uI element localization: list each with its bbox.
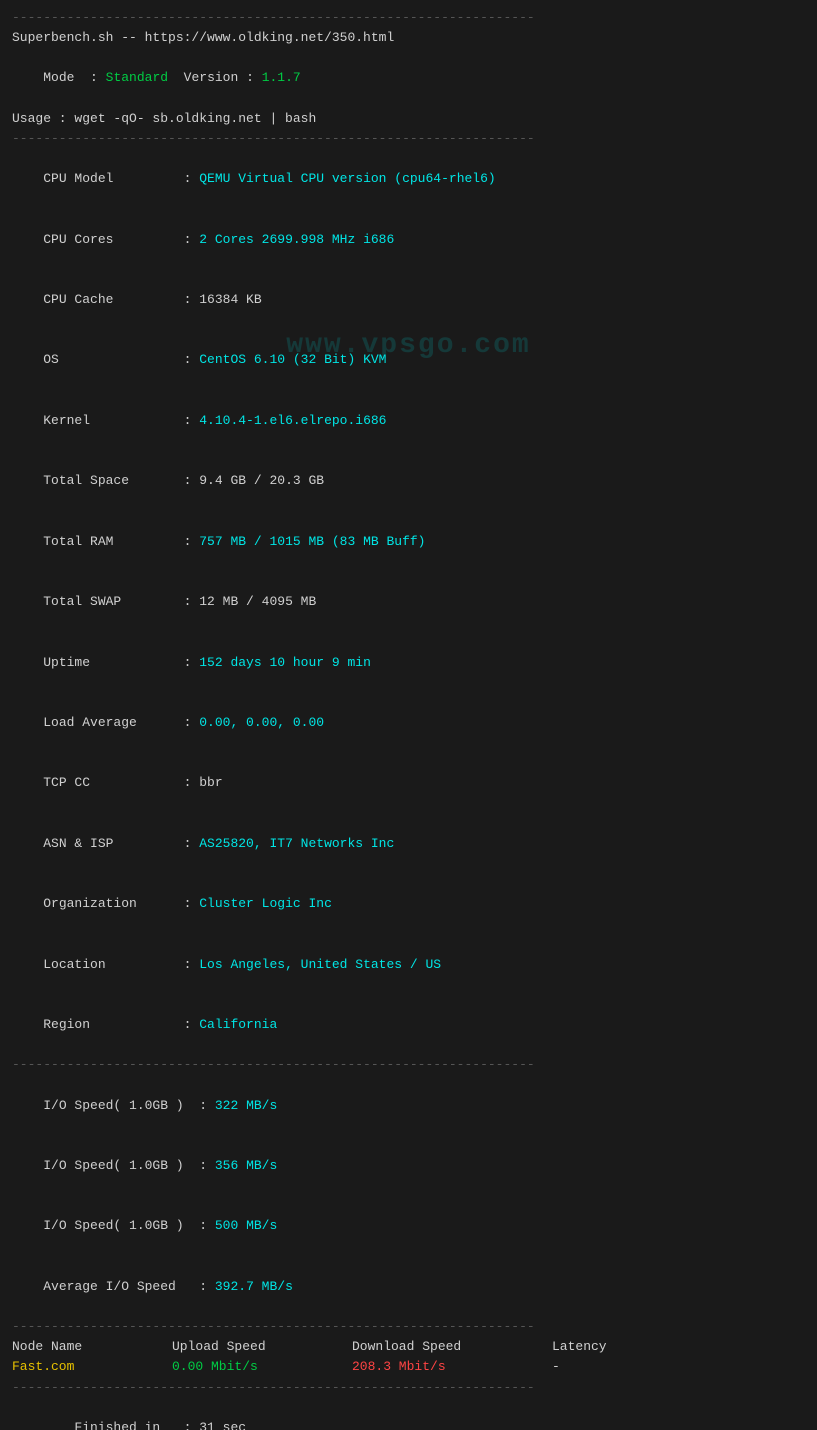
- divider-3: ----------------------------------------…: [12, 1317, 805, 1337]
- region-line: Region : California: [12, 995, 805, 1055]
- uptime-value: 152 days 10 hour 9 min: [199, 655, 371, 670]
- header-line1: Superbench.sh -- https://www.oldking.net…: [12, 28, 805, 48]
- finished-line: Finished in : 31 sec: [12, 1398, 625, 1430]
- cpu-model-label: CPU Model :: [43, 171, 199, 186]
- total-space-label: Total Space :: [43, 473, 199, 488]
- divider-1: ----------------------------------------…: [12, 129, 805, 149]
- network-col1-header: Node Name: [12, 1337, 172, 1357]
- divider-top: ----------------------------------------…: [12, 8, 805, 28]
- os-value: CentOS 6.10 (32 Bit) KVM: [199, 352, 386, 367]
- version-value: 1.1.7: [262, 70, 301, 85]
- io-avg-line: Average I/O Speed : 392.7 MB/s: [12, 1257, 805, 1317]
- org-line: Organization : Cluster Logic Inc: [12, 874, 805, 934]
- latency-value: -: [552, 1357, 560, 1377]
- io-avg-label: Average I/O Speed :: [43, 1279, 215, 1294]
- divider-4: ----------------------------------------…: [12, 1378, 805, 1398]
- header-line2: Mode : Standard Version : 1.1.7: [12, 48, 805, 108]
- cpu-cores-value: 2 Cores 2699.998 MHz i686: [199, 232, 394, 247]
- load-avg-value: 0.00, 0.00, 0.00: [199, 715, 324, 730]
- network-row-fastcom: Fast.com 0.00 Mbit/s 208.3 Mbit/s -: [12, 1357, 805, 1377]
- total-space-value: 9.4 GB / 20.3 GB: [199, 473, 324, 488]
- load-avg-label: Load Average :: [43, 715, 199, 730]
- cpu-model-value: QEMU Virtual CPU version (cpu64-rhel6): [199, 171, 495, 186]
- region-label: Region :: [43, 1017, 199, 1032]
- footer-text: Finished in : 31 sec Timestamp : 2022-01…: [12, 1398, 625, 1430]
- io3-value: 500 MB/s: [215, 1218, 277, 1233]
- os-line: OS : CentOS 6.10 (32 Bit) KVM: [12, 330, 805, 390]
- io1-label: I/O Speed( 1.0GB ) :: [43, 1098, 215, 1113]
- download-speed: 208.3 Mbit/s: [352, 1357, 552, 1377]
- uptime-line: Uptime : 152 days 10 hour 9 min: [12, 632, 805, 692]
- location-line: Location : Los Angeles, United States / …: [12, 934, 805, 994]
- terminal-output: ----------------------------------------…: [12, 8, 805, 1430]
- mode-value: Standard: [106, 70, 168, 85]
- asn-label: ASN & ISP :: [43, 836, 199, 851]
- io2-label: I/O Speed( 1.0GB ) :: [43, 1158, 215, 1173]
- finished-value: 31 sec: [199, 1420, 246, 1430]
- os-label: OS :: [43, 352, 199, 367]
- total-ram-label: Total RAM :: [43, 534, 199, 549]
- io1-line: I/O Speed( 1.0GB ) : 322 MB/s: [12, 1075, 805, 1135]
- network-col2-header: Upload Speed: [172, 1337, 352, 1357]
- cpu-cache-value: 16384 KB: [199, 292, 261, 307]
- region-value: California: [199, 1017, 277, 1032]
- location-value: Los Angeles, United States / US: [199, 957, 441, 972]
- total-ram-line: Total RAM : 757 MB / 1015 MB (83 MB Buff…: [12, 512, 805, 572]
- io2-line: I/O Speed( 1.0GB ) : 356 MB/s: [12, 1136, 805, 1196]
- total-swap-value: 12 MB / 4095 MB: [199, 594, 316, 609]
- kernel-value: 4.10.4-1.el6.elrepo.i686: [199, 413, 386, 428]
- total-space-line: Total Space : 9.4 GB / 20.3 GB: [12, 451, 805, 511]
- kernel-line: Kernel : 4.10.4-1.el6.elrepo.i686: [12, 391, 805, 451]
- finished-label: Finished in :: [74, 1420, 199, 1430]
- location-label: Location :: [43, 957, 199, 972]
- asn-line: ASN & ISP : AS25820, IT7 Networks Inc: [12, 814, 805, 874]
- cpu-model-line: CPU Model : QEMU Virtual CPU version (cp…: [12, 149, 805, 209]
- footer-section: Finished in : 31 sec Timestamp : 2022-01…: [12, 1398, 805, 1430]
- network-header: Node Name Upload Speed Download Speed La…: [12, 1337, 805, 1357]
- total-swap-line: Total SWAP : 12 MB / 4095 MB: [12, 572, 805, 632]
- total-swap-label: Total SWAP :: [43, 594, 199, 609]
- cpu-cache-label: CPU Cache :: [43, 292, 199, 307]
- io3-label: I/O Speed( 1.0GB ) :: [43, 1218, 215, 1233]
- io2-value: 356 MB/s: [215, 1158, 277, 1173]
- org-value: Cluster Logic Inc: [199, 896, 332, 911]
- cpu-cores-label: CPU Cores :: [43, 232, 199, 247]
- load-avg-line: Load Average : 0.00, 0.00, 0.00: [12, 693, 805, 753]
- kernel-label: Kernel :: [43, 413, 199, 428]
- tcp-cc-value: bbr: [199, 775, 222, 790]
- asn-value: AS25820, IT7 Networks Inc: [199, 836, 394, 851]
- uptime-label: Uptime :: [43, 655, 199, 670]
- header-line3: Usage : wget -qO- sb.oldking.net | bash: [12, 109, 805, 129]
- version-label: Version :: [168, 70, 262, 85]
- divider-2: ----------------------------------------…: [12, 1055, 805, 1075]
- org-label: Organization :: [43, 896, 199, 911]
- io3-line: I/O Speed( 1.0GB ) : 500 MB/s: [12, 1196, 805, 1256]
- network-col4-header: Latency: [552, 1337, 607, 1357]
- cpu-cache-line: CPU Cache : 16384 KB: [12, 270, 805, 330]
- io1-value: 322 MB/s: [215, 1098, 277, 1113]
- total-ram-value: 757 MB / 1015 MB (83 MB Buff): [199, 534, 425, 549]
- node-name: Fast.com: [12, 1357, 172, 1377]
- tcp-cc-label: TCP CC :: [43, 775, 199, 790]
- cpu-cores-line: CPU Cores : 2 Cores 2699.998 MHz i686: [12, 209, 805, 269]
- network-col3-header: Download Speed: [352, 1337, 552, 1357]
- upload-speed: 0.00 Mbit/s: [172, 1357, 352, 1377]
- tcp-cc-line: TCP CC : bbr: [12, 753, 805, 813]
- io-avg-value: 392.7 MB/s: [215, 1279, 293, 1294]
- mode-label: Mode :: [43, 70, 105, 85]
